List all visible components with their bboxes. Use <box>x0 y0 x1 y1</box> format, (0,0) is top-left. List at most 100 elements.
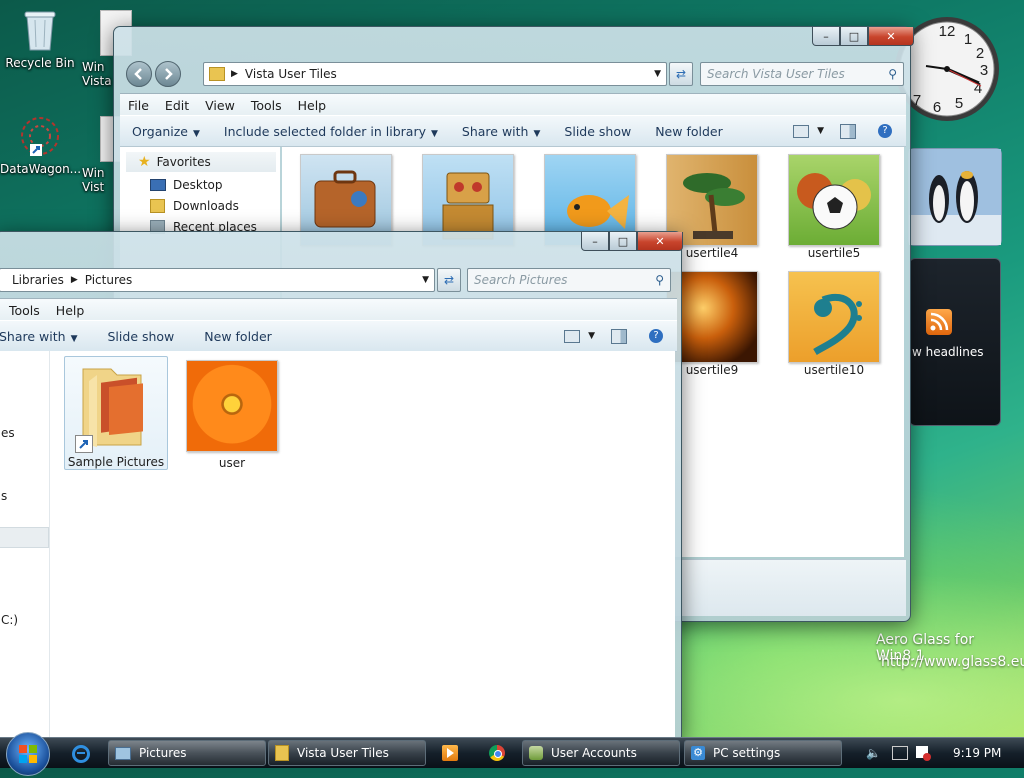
address-bar[interactable]: Libraries ▶ Pictures ▼ <box>0 268 435 292</box>
organize-button[interactable]: Organize ▼ <box>120 124 212 139</box>
slide-show-button[interactable]: Slide show <box>90 329 187 344</box>
chrome-icon[interactable] <box>489 745 505 761</box>
maximize-button[interactable]: □ <box>609 232 637 251</box>
media-player-icon[interactable] <box>442 745 458 761</box>
close-button[interactable]: ✕ <box>637 232 683 251</box>
nav-favorites[interactable]: ★ Favorites <box>126 152 276 172</box>
datawagon-icon <box>18 114 62 158</box>
menu-file[interactable]: File <box>120 98 157 113</box>
address-bar[interactable]: ▶ Vista User Tiles ▼ <box>203 62 667 86</box>
view-dropdown-icon[interactable]: ▼ <box>817 126 824 136</box>
view-options-icon[interactable] <box>564 329 581 343</box>
help-icon[interactable]: ? <box>649 329 663 343</box>
refresh-button[interactable]: ⇄ <box>437 268 461 292</box>
explorer-window-pictures[interactable]: – □ ✕ Libraries ▶ Pictures ▼ ⇄ Search Pi… <box>0 231 683 743</box>
include-in-library-button[interactable]: Include selected folder in library ▼ <box>212 124 450 139</box>
share-with-button[interactable]: Share with ▼ <box>450 124 553 139</box>
action-center-flag-icon[interactable] <box>916 746 931 761</box>
arrow-left-icon <box>134 68 142 80</box>
nav-downloads[interactable]: Downloads <box>150 199 239 213</box>
start-button[interactable] <box>6 732 50 776</box>
folder-icon <box>275 745 289 761</box>
nav-item-fragment[interactable]: s <box>1 489 7 503</box>
menu-edit[interactable]: Edit <box>157 98 197 113</box>
nav-desktop-label: Desktop <box>173 178 223 192</box>
forward-button[interactable] <box>155 61 181 87</box>
search-placeholder: Search Pictures <box>474 273 568 287</box>
bass-clef-thumbnail <box>788 271 880 363</box>
penguins-image <box>909 149 1001 245</box>
menu-tools[interactable]: Tools <box>243 98 290 113</box>
menu-bar: File Edit View Tools Help <box>120 93 906 116</box>
preview-pane-icon[interactable] <box>611 328 627 344</box>
taskbar-button-label: User Accounts <box>551 746 637 760</box>
minimize-button[interactable]: – <box>581 232 609 251</box>
shortcut-arrow-icon <box>75 435 93 453</box>
desktop-icon-recycle-bin[interactable]: Recycle Bin <box>0 8 80 70</box>
file-tile[interactable]: usertile10 <box>788 271 880 377</box>
menu-help[interactable]: Help <box>48 303 93 318</box>
minimize-button[interactable]: – <box>812 27 840 46</box>
folder-label: Sample Pictures <box>67 455 165 469</box>
network-icon[interactable] <box>892 746 908 760</box>
star-icon: ★ <box>138 154 151 170</box>
breadcrumb-current[interactable]: Vista User Tiles <box>245 67 337 81</box>
user-accounts-icon <box>529 746 543 760</box>
maximize-button[interactable]: □ <box>840 27 868 46</box>
new-folder-button[interactable]: New folder <box>643 124 735 139</box>
volume-muted-icon[interactable]: 🔈 <box>866 746 881 760</box>
feed-headlines-gadget[interactable]: w headlines <box>909 258 1001 426</box>
search-input[interactable]: Search Pictures ⚲ <box>467 268 671 292</box>
taskbar-button-pictures[interactable]: Pictures <box>108 740 266 766</box>
rss-icon <box>926 309 952 335</box>
clock-number: 7 <box>913 92 921 109</box>
file-label: user <box>218 456 246 470</box>
clock-number: 3 <box>980 62 988 79</box>
share-with-button[interactable]: Share with ▼ <box>0 329 90 344</box>
refresh-button[interactable]: ⇄ <box>669 62 693 86</box>
desktop-icon-label: DataWagon... <box>0 162 82 176</box>
taskbar-button-user-accounts[interactable]: User Accounts <box>522 740 680 766</box>
new-folder-button[interactable]: New folder <box>186 329 284 344</box>
recycle-bin-icon <box>23 8 57 52</box>
nav-selected-item[interactable] <box>0 527 49 548</box>
nav-desktop[interactable]: Desktop <box>150 178 223 192</box>
breadcrumb-pictures[interactable]: Pictures <box>85 273 133 287</box>
preview-pane-icon[interactable] <box>840 123 856 139</box>
slide-show-button[interactable]: Slide show <box>552 124 643 139</box>
view-options-icon[interactable] <box>793 124 810 138</box>
clock-number: 12 <box>939 23 956 40</box>
nav-item-fragment[interactable]: es <box>1 426 15 440</box>
menu-help[interactable]: Help <box>290 98 335 113</box>
view-dropdown-icon[interactable]: ▼ <box>588 331 595 341</box>
clock-number: 6 <box>933 99 941 116</box>
command-bar: Share with ▼ Slide show New folder ▼ ? <box>0 320 677 352</box>
address-dropdown-icon[interactable]: ▼ <box>422 275 429 285</box>
gear-icon: ⚙ <box>691 746 705 760</box>
clock-number: 2 <box>976 45 984 62</box>
downloads-folder-icon <box>150 199 165 213</box>
menu-view[interactable]: View <box>197 98 243 113</box>
menu-tools[interactable]: Tools <box>0 303 48 318</box>
nav-downloads-label: Downloads <box>173 199 239 213</box>
taskbar-button-vista-user-tiles[interactable]: Vista User Tiles <box>268 740 426 766</box>
desktop-icon-label: Recycle Bin <box>5 56 75 70</box>
close-button[interactable]: ✕ <box>868 27 914 46</box>
breadcrumb-libraries[interactable]: Libraries <box>12 273 64 287</box>
taskbar-button-label: Vista User Tiles <box>297 746 389 760</box>
menu-bar: Tools Help <box>0 298 677 321</box>
help-icon[interactable]: ? <box>878 124 892 138</box>
desktop-icon-datawagon[interactable]: DataWagon... <box>0 114 82 176</box>
folder-sample-pictures[interactable]: Sample Pictures <box>64 356 168 470</box>
back-button[interactable] <box>126 61 152 87</box>
slideshow-gadget[interactable] <box>908 148 1002 246</box>
file-user[interactable]: user <box>186 360 278 470</box>
file-tile[interactable]: usertile5 <box>788 154 880 260</box>
nav-item-fragment[interactable]: C:) <box>1 613 18 627</box>
taskbar-button-pc-settings[interactable]: ⚙ PC settings <box>684 740 842 766</box>
address-dropdown-icon[interactable]: ▼ <box>654 69 661 79</box>
taskbar: Pictures Vista User Tiles User Accounts … <box>0 732 1024 776</box>
clock-time[interactable]: 9:19 PM <box>953 746 1001 760</box>
internet-explorer-icon[interactable] <box>72 745 90 763</box>
search-input[interactable]: Search Vista User Tiles ⚲ <box>700 62 904 86</box>
